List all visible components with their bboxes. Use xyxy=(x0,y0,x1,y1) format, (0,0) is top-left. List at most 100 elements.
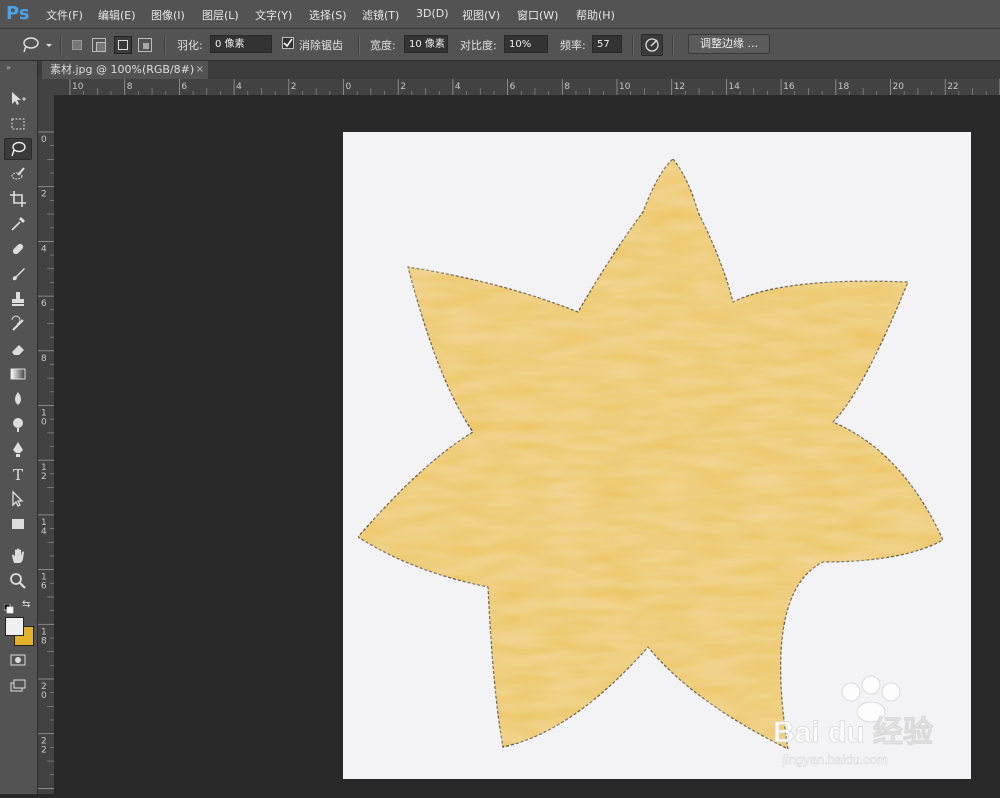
ruler-label: 10 xyxy=(72,82,84,92)
dodge-tool-icon[interactable] xyxy=(4,413,32,435)
vertical-ruler: 0246810121416182022 xyxy=(38,95,55,794)
contrast-label: 对比度: xyxy=(460,39,497,52)
clone-stamp-tool-icon[interactable] xyxy=(4,288,32,310)
blur-tool-icon[interactable] xyxy=(4,388,32,410)
menu-image[interactable]: 图像(I) xyxy=(151,7,185,23)
menu-select[interactable]: 选择(S) xyxy=(309,7,347,23)
close-tab-icon[interactable]: × xyxy=(196,61,204,79)
document-tab[interactable]: 素材.jpg @ 100%(RGB/8#) × xyxy=(42,61,208,79)
new-selection-icon[interactable] xyxy=(72,40,82,50)
type-tool-icon[interactable]: T xyxy=(4,463,32,485)
document-canvas[interactable]: Bai du 经验 jingyan.baidu.com xyxy=(343,132,971,779)
magnetic-lasso-preset-icon[interactable] xyxy=(20,35,56,59)
ruler-label: 20 xyxy=(893,82,905,92)
frequency-input[interactable]: 57 xyxy=(592,35,622,53)
width-input[interactable]: 10 像素 xyxy=(404,35,448,53)
rectangle-tool-icon[interactable] xyxy=(4,513,32,535)
ruler-label: 0 xyxy=(41,418,47,428)
collapse-panel-icon[interactable]: » xyxy=(6,63,11,72)
intersect-selection-icon[interactable] xyxy=(138,38,152,52)
ruler-label: 8 xyxy=(564,82,570,92)
ruler-label: 6 xyxy=(41,299,47,309)
ruler-label: 0 xyxy=(41,135,47,145)
tools-panel: » T ⇆ xyxy=(0,61,38,794)
screen-mode-icon[interactable] xyxy=(4,675,32,697)
document-tab-bar: 素材.jpg @ 100%(RGB/8#) × xyxy=(38,61,1000,79)
checkmark-icon xyxy=(283,38,293,48)
menu-3d[interactable]: 3D(D) xyxy=(416,7,449,20)
ruler-label: 6 xyxy=(41,582,47,592)
menu-type[interactable]: 文字(Y) xyxy=(255,7,292,23)
photoshop-logo: Ps xyxy=(6,3,30,24)
ruler-label: 2 xyxy=(41,472,47,482)
ruler-label: 22 xyxy=(947,82,958,92)
tablet-pressure-icon[interactable] xyxy=(641,34,663,56)
document-tab-title: 素材.jpg @ 100%(RGB/8#) xyxy=(50,63,195,76)
foreground-color-swatch[interactable] xyxy=(5,617,24,636)
move-tool-icon[interactable] xyxy=(4,88,32,110)
ruler-label: 4 xyxy=(41,244,47,254)
ruler-label: 8 xyxy=(41,354,47,364)
ruler-label: 2 xyxy=(400,82,406,92)
options-bar: 羽化: 0 像素 消除锯齿 宽度: 10 像素 对比度: 10% 频率: 57 … xyxy=(0,29,1000,61)
ruler-label: 4 xyxy=(455,82,461,92)
ruler-label: 14 xyxy=(728,82,740,92)
default-colors-icon[interactable] xyxy=(3,599,14,614)
history-brush-tool-icon[interactable] xyxy=(4,313,32,335)
ruler-label: 4 xyxy=(236,82,242,92)
gradient-tool-icon[interactable] xyxy=(4,363,32,385)
ruler-label: 12 xyxy=(674,82,685,92)
swap-colors-icon[interactable]: ⇆ xyxy=(22,599,30,610)
ruler-label: 2 xyxy=(41,746,47,756)
path-selection-tool-icon[interactable] xyxy=(4,488,32,510)
healing-brush-tool-icon[interactable] xyxy=(4,238,32,260)
watermark-logo: Bai du 经验 jingyan.baidu.com xyxy=(773,675,933,767)
menu-help[interactable]: 帮助(H) xyxy=(576,7,615,23)
refine-edge-button[interactable]: 调整边缘 ... xyxy=(688,34,770,54)
svg-text:T: T xyxy=(13,466,23,483)
ruler-label: 16 xyxy=(783,82,795,92)
ruler-label: 6 xyxy=(510,82,516,92)
quick-selection-tool-icon[interactable] xyxy=(4,163,32,185)
menu-view[interactable]: 视图(V) xyxy=(462,7,500,23)
feather-input[interactable]: 0 像素 xyxy=(210,35,272,53)
menu-bar: Ps 文件(F) 编辑(E) 图像(I) 图层(L) 文字(Y) 选择(S) 滤… xyxy=(0,0,1000,29)
watermark-brand: Bai du 经验 xyxy=(773,715,933,749)
antialias-label: 消除锯齿 xyxy=(299,39,343,52)
ruler-label: 2 xyxy=(41,190,47,200)
ruler-label: 0 xyxy=(346,82,352,92)
ruler-label: 2 xyxy=(291,82,297,92)
add-to-selection-icon[interactable] xyxy=(92,38,106,52)
magnetic-lasso-tool-icon[interactable] xyxy=(4,138,32,160)
frequency-label: 频率: xyxy=(560,39,586,52)
feather-label: 羽化: xyxy=(177,39,203,52)
horizontal-ruler: 10 8 6 4 2 0 2 4 6 8 10 12 14 16 18 20 22 xyxy=(38,79,1000,96)
eyedropper-tool-icon[interactable] xyxy=(4,213,32,235)
menu-window[interactable]: 窗口(W) xyxy=(517,7,558,23)
ruler-label: 8 xyxy=(41,636,47,646)
menu-file[interactable]: 文件(F) xyxy=(46,7,83,23)
watermark-url: jingyan.baidu.com xyxy=(782,752,888,767)
ruler-label: 4 xyxy=(41,527,47,537)
crop-tool-icon[interactable] xyxy=(4,188,32,210)
marquee-tool-icon[interactable] xyxy=(4,113,32,135)
quick-mask-icon[interactable] xyxy=(4,649,32,671)
contrast-input[interactable]: 10% xyxy=(504,35,548,53)
eraser-tool-icon[interactable] xyxy=(4,338,32,360)
ruler-label: 8 xyxy=(127,82,133,92)
width-label: 宽度: xyxy=(370,39,396,52)
menu-filter[interactable]: 滤镜(T) xyxy=(362,7,399,23)
subtract-from-selection-icon[interactable] xyxy=(114,36,132,54)
hand-tool-icon[interactable] xyxy=(4,545,32,567)
menu-layer[interactable]: 图层(L) xyxy=(202,7,239,23)
brush-tool-icon[interactable] xyxy=(4,263,32,285)
pen-tool-icon[interactable] xyxy=(4,438,32,460)
menu-edit[interactable]: 编辑(E) xyxy=(98,7,136,23)
zoom-tool-icon[interactable] xyxy=(4,570,32,592)
flower-image: Bai du 经验 jingyan.baidu.com xyxy=(343,132,971,767)
ruler-label: 18 xyxy=(838,82,850,92)
ruler-label: 10 xyxy=(619,82,631,92)
ruler-label: 0 xyxy=(41,691,47,701)
ruler-label: 6 xyxy=(181,82,187,92)
antialias-checkbox[interactable] xyxy=(282,37,294,49)
